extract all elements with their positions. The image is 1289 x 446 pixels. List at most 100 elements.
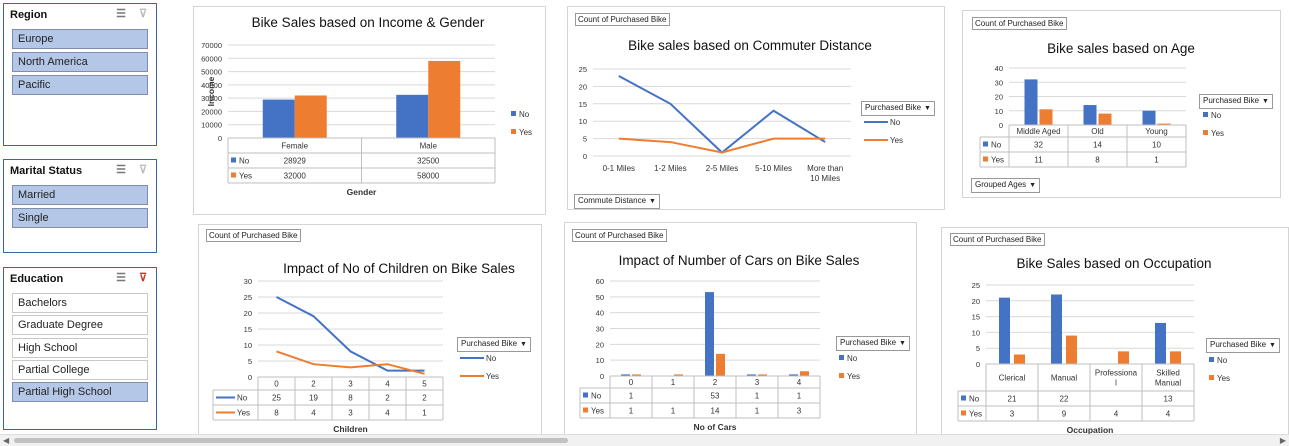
table-category-label: 1 — [671, 378, 676, 387]
legend-label-no: No — [847, 354, 858, 363]
table-series-label: No — [591, 392, 602, 401]
x-axis-label: Gender — [347, 187, 377, 197]
table-value: 2 — [422, 394, 427, 403]
table-series-label: Yes — [991, 156, 1004, 165]
table-category-label: Male — [420, 142, 438, 151]
legend-label-yes: Yes — [519, 128, 532, 137]
x-tick-label: 2-5 Miles — [706, 164, 738, 173]
table-series-label: Yes — [239, 172, 252, 181]
y-tick-label: 10 — [972, 328, 980, 337]
table-key-yes — [983, 156, 988, 162]
table-category-label: 0 — [629, 378, 634, 387]
legend-swatch-no — [1203, 112, 1208, 117]
table-value: 4 — [385, 409, 390, 418]
horizontal-scrollbar[interactable]: ◀ ▶ — [0, 434, 1289, 446]
table-value: 4 — [311, 409, 316, 418]
x-axis-label: Children — [333, 424, 367, 434]
bar-yes — [1098, 113, 1112, 125]
table-value: 13 — [1164, 395, 1173, 404]
y-tick-label: 25 — [579, 65, 587, 74]
legend-swatch-no — [511, 111, 516, 116]
legend-label-yes: Yes — [1211, 129, 1224, 138]
y-tick-label: 10 — [244, 341, 252, 350]
legend-swatch-yes — [511, 129, 516, 134]
table-value: 1 — [1154, 156, 1159, 165]
bar-no — [705, 292, 714, 376]
bar-no — [1155, 322, 1166, 364]
y-tick-label: 40 — [995, 64, 1003, 73]
y-tick-label: 15 — [244, 325, 252, 334]
legend-label-yes: Yes — [1217, 374, 1230, 383]
table-category-label: Female — [281, 142, 308, 151]
table-series-label: No — [237, 394, 248, 403]
legend-label-no: No — [1217, 356, 1228, 365]
scrollbar-thumb[interactable] — [14, 438, 568, 443]
table-category-label: Young — [1145, 127, 1167, 136]
y-tick-label: 5 — [976, 344, 980, 353]
scroll-right-icon[interactable]: ▶ — [1280, 436, 1286, 445]
table-value: 3 — [348, 409, 353, 418]
bar-no — [1142, 110, 1156, 125]
table-series-label: Yes — [969, 410, 982, 419]
y-tick-label: 20 — [244, 309, 252, 318]
table-category-label: Skilled — [1156, 369, 1180, 378]
y-tick-label: 20 — [596, 340, 604, 349]
table-category-label: Professiona — [1095, 369, 1138, 378]
y-tick-label: 60 — [596, 277, 604, 286]
y-tick-label: 15 — [579, 100, 587, 109]
y-tick-label: 70000 — [201, 41, 222, 50]
y-tick-label: 20000 — [201, 107, 222, 116]
table-value: 4 — [1166, 410, 1171, 419]
y-tick-label: 50000 — [201, 68, 222, 77]
bar-no — [1083, 105, 1097, 125]
table-key-no — [983, 141, 988, 147]
table-category-label: 2 — [311, 380, 316, 389]
table-series-label: No — [239, 157, 250, 166]
y-tick-label: 15 — [972, 313, 980, 322]
y-tick-label: 25 — [972, 281, 980, 290]
table-value: 11 — [1034, 156, 1043, 165]
table-category-label: 2 — [713, 378, 718, 387]
table-value: 10 — [1152, 141, 1161, 150]
table-value: 32500 — [417, 157, 440, 166]
legend-swatch-no — [1209, 357, 1214, 362]
scroll-left-icon[interactable]: ◀ — [3, 436, 9, 445]
x-tick-label: 5-10 Miles — [755, 164, 792, 173]
table-value: 19 — [309, 394, 318, 403]
legend-label-no: No — [890, 118, 901, 127]
table-key-yes — [583, 407, 588, 413]
y-tick-label: 10 — [995, 107, 1003, 116]
y-tick-label: 50 — [596, 293, 604, 302]
table-value: 53 — [711, 392, 720, 401]
legend-label-yes: Yes — [847, 372, 860, 381]
x-tick-label: 1-2 Miles — [654, 164, 686, 173]
y-tick-label: 10 — [596, 356, 604, 365]
table-value: 9 — [1062, 410, 1067, 419]
table-value: 1 — [422, 409, 427, 418]
y-tick-label: 0 — [248, 373, 252, 382]
table-key-yes — [961, 410, 966, 416]
table-value: 3 — [1010, 410, 1015, 419]
chart-title: Bike Sales based on Occupation — [1016, 256, 1211, 271]
y-tick-label: 20 — [995, 93, 1003, 102]
table-category-label: 4 — [385, 380, 390, 389]
x-tick-label: More than — [807, 164, 843, 173]
table-value: 32 — [1034, 141, 1043, 150]
x-tick-label: 0-1 Miles — [603, 164, 635, 173]
x-axis-label: No of Cars — [694, 422, 737, 432]
legend-label-no: No — [486, 354, 497, 363]
table-value: 2 — [385, 394, 390, 403]
bar-yes — [1066, 335, 1077, 364]
x-tick-label: 10 Miles — [810, 174, 840, 183]
table-value: 1 — [755, 407, 760, 416]
y-tick-label: 20 — [579, 82, 587, 91]
table-value: 28929 — [284, 157, 307, 166]
table-value: 8 — [274, 409, 279, 418]
table-category-label: 5 — [422, 380, 427, 389]
table-key-no — [961, 395, 966, 401]
y-tick-label: 10000 — [201, 121, 222, 130]
y-tick-label: 40 — [596, 309, 604, 318]
y-tick-label: 0 — [218, 134, 222, 143]
table-value: 1 — [629, 392, 634, 401]
y-tick-label: 5 — [248, 357, 252, 366]
